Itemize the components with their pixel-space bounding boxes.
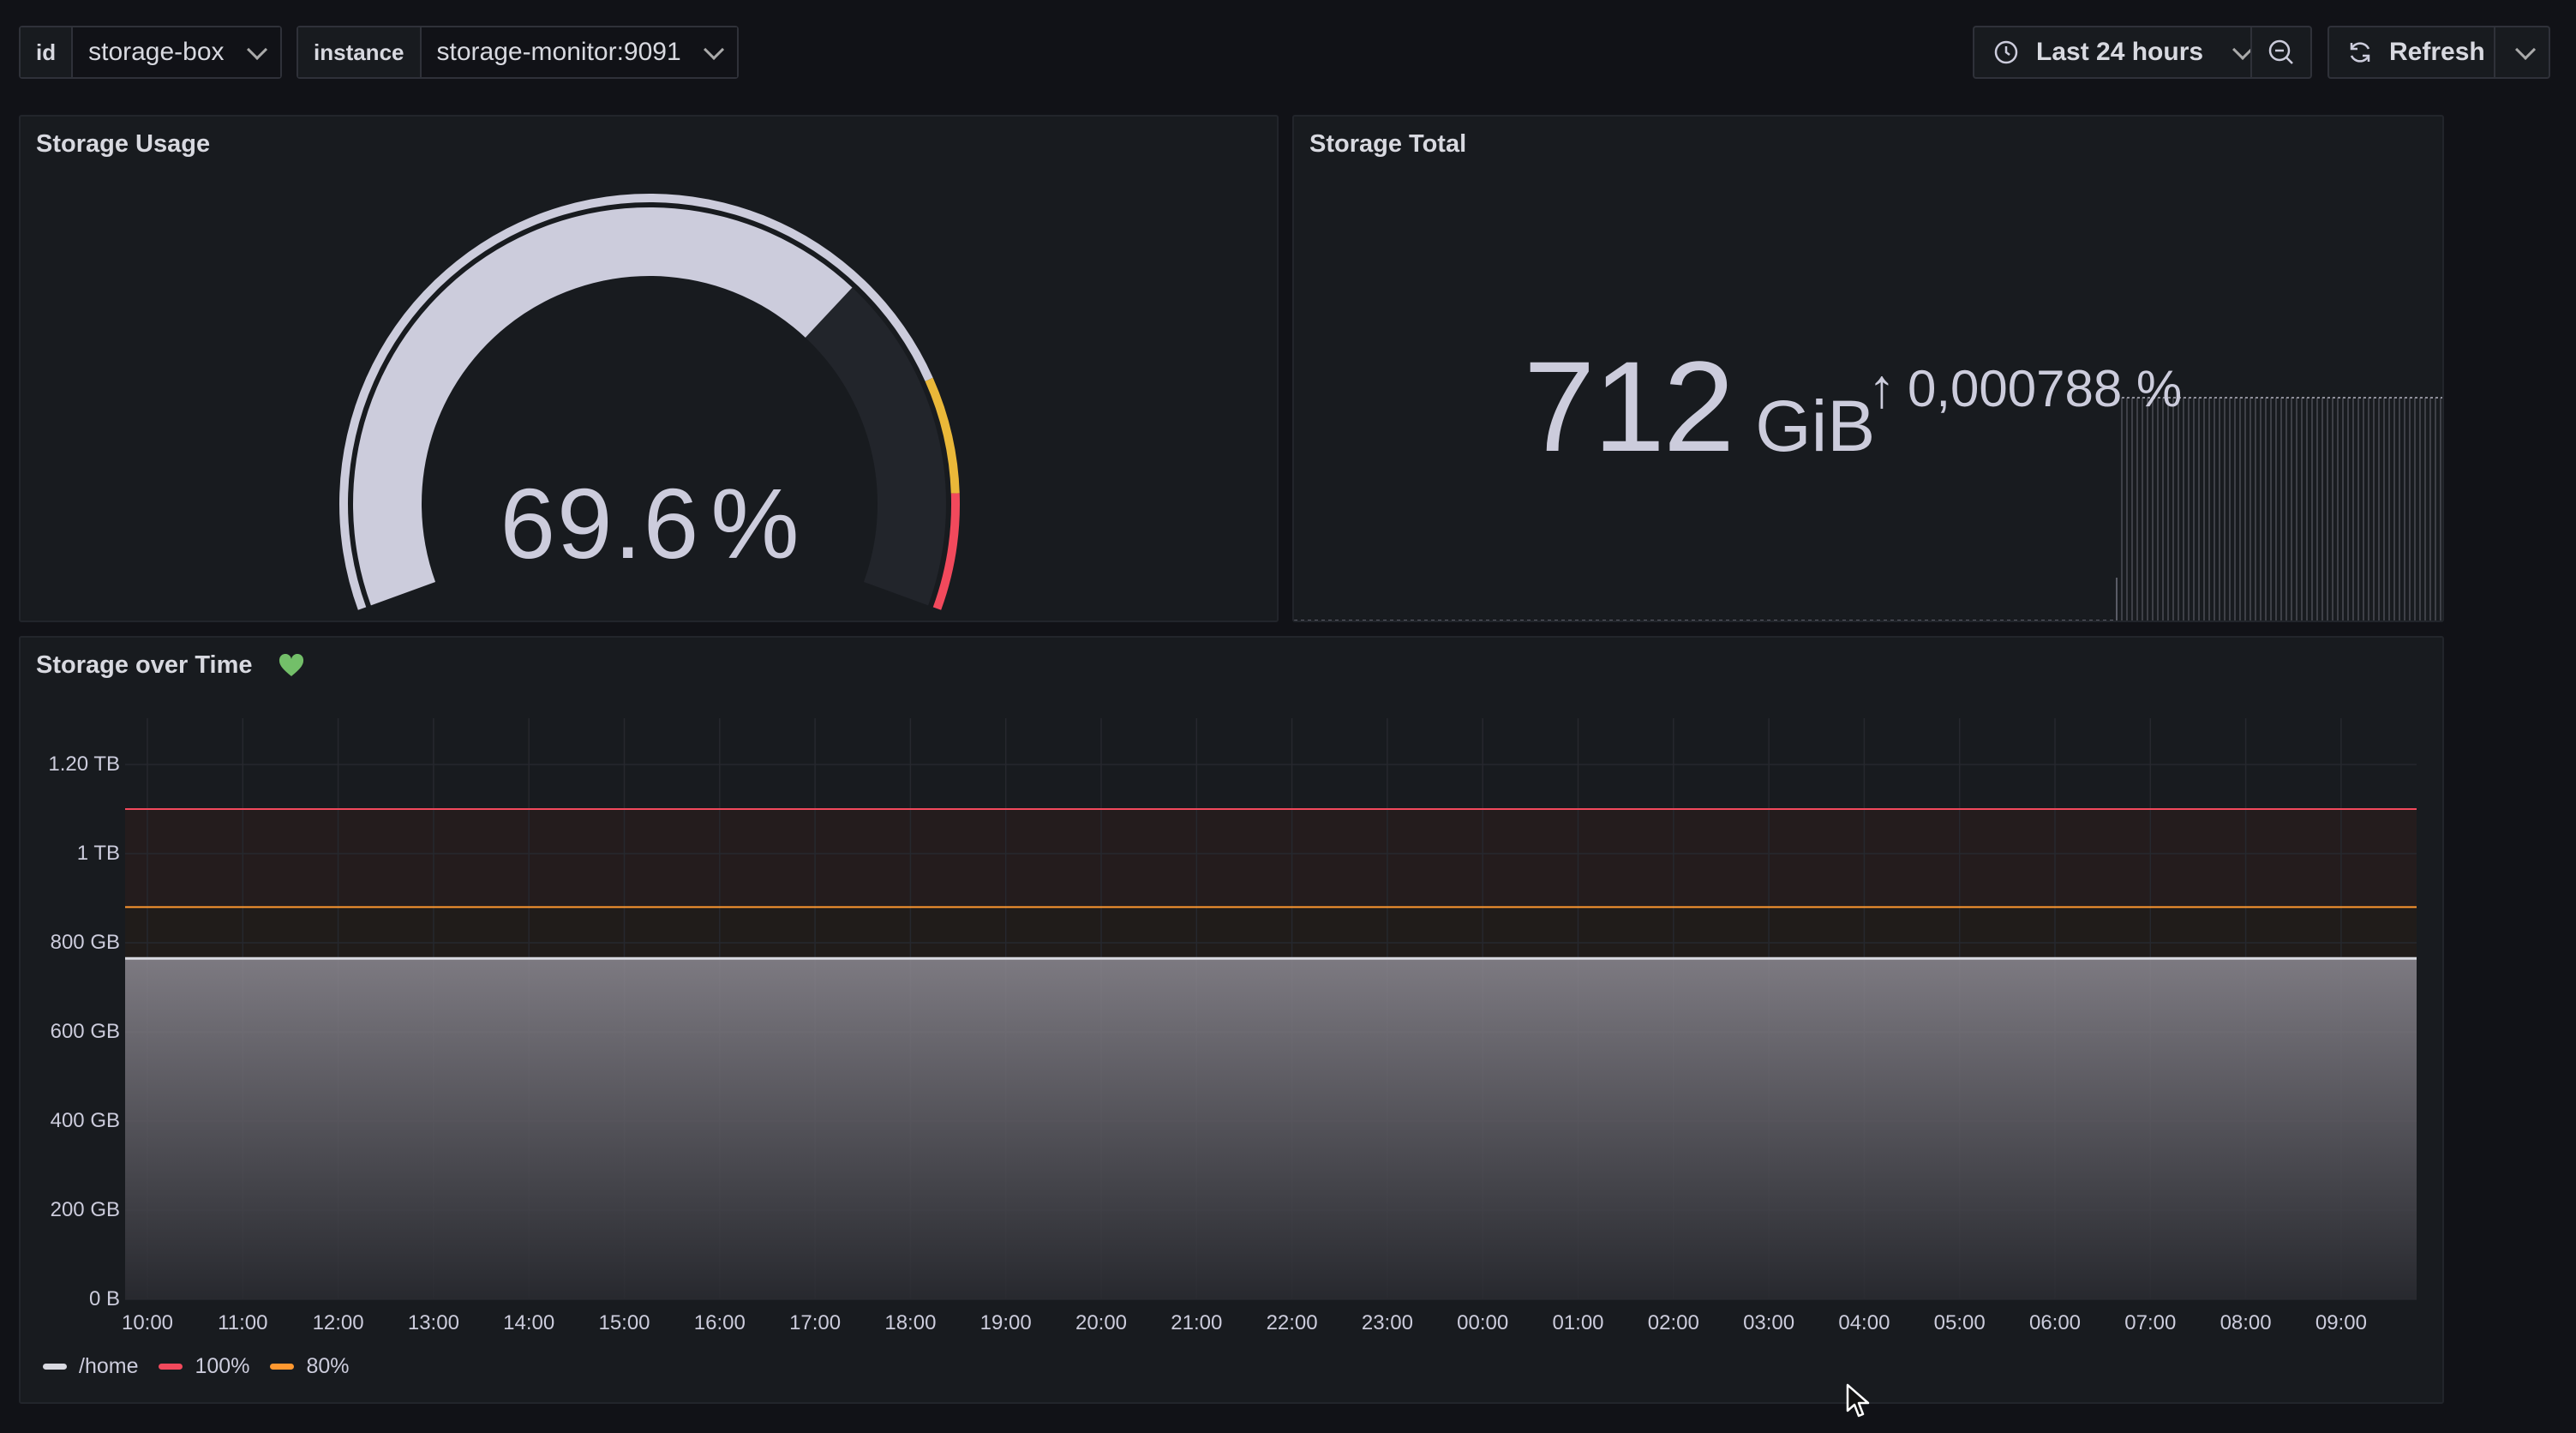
variable-instance-label: instance	[298, 27, 422, 77]
mouse-cursor-icon	[1846, 1383, 1870, 1418]
timeseries-chart	[125, 718, 2417, 1300]
time-range-label: Last 24 hours	[2036, 38, 2204, 66]
chevron-down-icon	[703, 39, 724, 60]
variable-id-select[interactable]: storage-box	[73, 27, 280, 77]
threshold-band	[125, 907, 2417, 959]
storage-usage-panel: Storage Usage 69.6%	[19, 115, 1279, 622]
legend-swatch	[270, 1364, 295, 1370]
refresh-label: Refresh	[2389, 38, 2485, 66]
sparkline-bars	[2121, 398, 2441, 621]
refresh-interval-dropdown[interactable]	[2494, 26, 2550, 79]
threshold-band	[125, 809, 2417, 908]
zoom-out-button[interactable]	[2250, 26, 2312, 79]
series-home-area	[125, 958, 2417, 1299]
variable-instance-value: storage-monitor:9091	[436, 38, 681, 66]
chevron-down-icon	[246, 39, 267, 60]
stat-change-value: 0,000788 %	[1908, 359, 2183, 417]
legend-swatch	[43, 1364, 67, 1370]
variable-instance: instance storage-monitor:9091	[297, 26, 739, 79]
legend-item[interactable]: 100%	[159, 1354, 249, 1379]
storage-over-time-panel: Storage over Time 1.20 TB 1 TB 800 GB 600 G…	[19, 636, 2444, 1404]
time-range-picker[interactable]: Last 24 hours	[1973, 26, 2254, 79]
legend-label: 100%	[195, 1354, 250, 1378]
legend-label: 80%	[306, 1354, 350, 1378]
stat-number: 712	[1524, 334, 1734, 478]
gauge-value: 69.6%	[21, 466, 1280, 581]
arrow-up-icon: ↑	[1868, 357, 1896, 419]
variable-instance-select[interactable]: storage-monitor:9091	[421, 27, 737, 77]
storage-total-panel: Storage Total 712 GiB ↑ 0,000788 %	[1292, 115, 2444, 622]
stat-change: ↑ 0,000788 %	[1868, 357, 2182, 420]
legend-swatch	[159, 1364, 183, 1370]
refresh-icon	[2350, 42, 2370, 63]
zoom-out-icon	[2268, 39, 2293, 64]
legend-item[interactable]: 80%	[270, 1354, 349, 1379]
stat-unit: GiB	[1755, 386, 1876, 466]
legend-label: /home	[79, 1354, 139, 1378]
stat-value: 712 GiB	[1524, 333, 1875, 481]
refresh-button[interactable]: Refresh	[2327, 26, 2495, 79]
variable-id-value: storage-box	[88, 38, 225, 66]
legend: /home 100% 80%	[43, 1354, 349, 1379]
chevron-down-icon	[2514, 39, 2536, 60]
legend-item[interactable]: /home	[43, 1354, 138, 1379]
variable-id-label: id	[21, 27, 74, 77]
gauge-number: 69.6	[500, 468, 701, 579]
gauge-unit: %	[710, 468, 801, 579]
clock-icon	[1994, 40, 2018, 64]
variable-id: id storage-box	[19, 26, 282, 79]
